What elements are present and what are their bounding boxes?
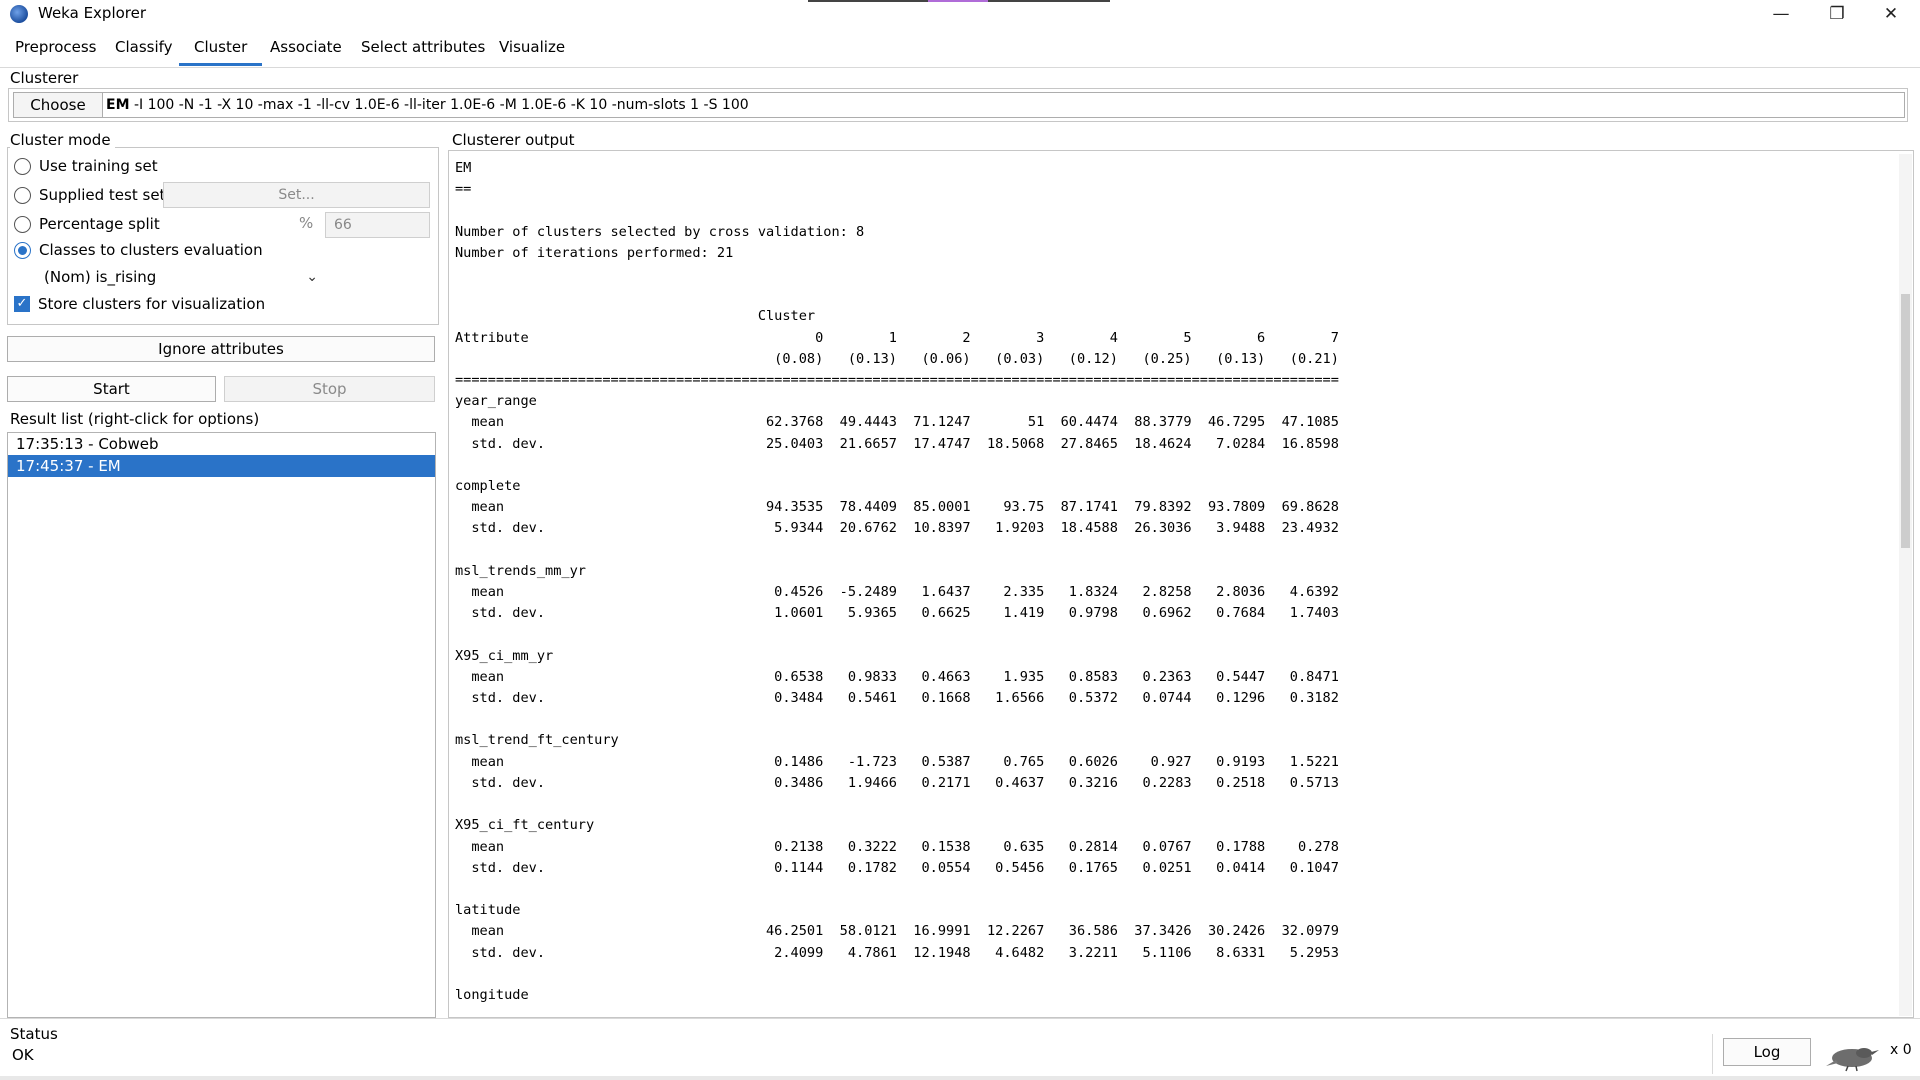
store-clusters-checkbox[interactable]: ✓ Store clusters for visualization [14, 292, 265, 316]
percent-sign: % [299, 214, 314, 232]
tab-visualize[interactable]: Visualize [499, 36, 565, 66]
classes-to-clusters-radio[interactable]: Classes to clusters evaluation [14, 238, 263, 262]
close-button[interactable]: ✕ [1864, 0, 1918, 28]
clusterer-group-label: Clusterer [10, 69, 83, 87]
clusterer-output-content: EM == Number of clusters selected by cro… [455, 160, 1339, 1003]
result-list-item[interactable]: 17:35:13 - Cobweb [8, 433, 435, 455]
title-focus-accent [928, 0, 988, 2]
weka-app-icon [10, 5, 28, 23]
window-title: Weka Explorer [38, 4, 147, 22]
use-training-set-radio[interactable]: Use training set [14, 154, 158, 178]
maximize-button[interactable]: ❐ [1810, 0, 1864, 28]
status-divider [0, 1018, 1920, 1019]
checkbox-checked-icon: ✓ [14, 296, 30, 312]
weka-bird-icon [1826, 1048, 1879, 1072]
class-attribute-value: (Nom) is_rising [44, 268, 157, 286]
tab-select-attributes[interactable]: Select attributes [361, 36, 485, 66]
chevron-down-icon: ⌄ [306, 269, 318, 285]
class-attribute-select[interactable]: (Nom) is_rising ⌄ [12, 264, 326, 290]
cluster-mode-label: Cluster mode [10, 131, 115, 149]
status-text: OK [12, 1046, 34, 1064]
stop-button[interactable]: Stop [224, 376, 435, 402]
tab-classify[interactable]: Classify [115, 36, 173, 66]
tab-preprocess[interactable]: Preprocess [15, 36, 97, 66]
log-button[interactable]: Log [1723, 1038, 1811, 1066]
percentage-split-radio[interactable]: Percentage split [14, 212, 160, 236]
clusterer-output-label: Clusterer output [452, 131, 579, 149]
result-list[interactable]: 17:35:13 - Cobweb 17:45:37 - EM [7, 432, 436, 1018]
radio-circle [14, 186, 31, 204]
output-vertical-scrollbar[interactable] [1899, 154, 1912, 1016]
title-bar: Weka Explorer — ❐ ✕ [0, 0, 1920, 28]
result-list-item-selected[interactable]: 17:45:37 - EM [8, 455, 435, 477]
status-label: Status [10, 1025, 58, 1043]
store-clusters-label: Store clusters for visualization [38, 295, 266, 313]
ignore-attributes-button[interactable]: Ignore attributes [7, 336, 435, 362]
status-separator [1712, 1034, 1713, 1074]
minimize-icon: — [1772, 4, 1790, 24]
result-list-label: Result list (right-click for options) [10, 410, 264, 428]
close-icon: ✕ [1883, 4, 1899, 24]
start-button[interactable]: Start [7, 376, 216, 402]
main-tabs: Preprocess Classify Cluster Associate Se… [0, 30, 1920, 68]
minimize-button[interactable]: — [1754, 0, 1808, 28]
set-test-set-button[interactable]: Set... [163, 182, 430, 208]
radio-circle-selected [14, 241, 31, 259]
supplied-test-set-radio[interactable]: Supplied test set [14, 183, 165, 207]
clusterer-options: -I 100 -N -1 -X 10 -max -1 -ll-cv 1.0E-6… [133, 97, 749, 113]
radio-circle [14, 157, 31, 175]
tab-cluster[interactable]: Cluster [179, 36, 263, 66]
clusterer-algorithm: EM [106, 97, 130, 113]
clusterer-output-text[interactable]: EM == Number of clusters selected by cro… [452, 154, 1898, 1016]
clusterer-options-field[interactable]: EM -I 100 -N -1 -X 10 -max -1 -ll-cv 1.0… [102, 92, 1905, 118]
classes-to-clusters-label: Classes to clusters evaluation [39, 241, 263, 259]
percentage-split-field[interactable]: 66 [325, 212, 430, 238]
window-bottom-edge [0, 1076, 1920, 1080]
supplied-test-set-label: Supplied test set [39, 186, 166, 204]
task-count: x 0 [1890, 1042, 1912, 1058]
percentage-split-label: Percentage split [39, 215, 160, 233]
restore-icon: ❐ [1829, 4, 1845, 24]
tab-associate[interactable]: Associate [270, 36, 342, 66]
radio-circle [14, 215, 31, 233]
choose-button[interactable]: Choose [13, 92, 103, 118]
title-focus-line [808, 0, 1110, 2]
scrollbar-thumb[interactable] [1901, 294, 1910, 548]
use-training-set-label: Use training set [39, 157, 158, 175]
